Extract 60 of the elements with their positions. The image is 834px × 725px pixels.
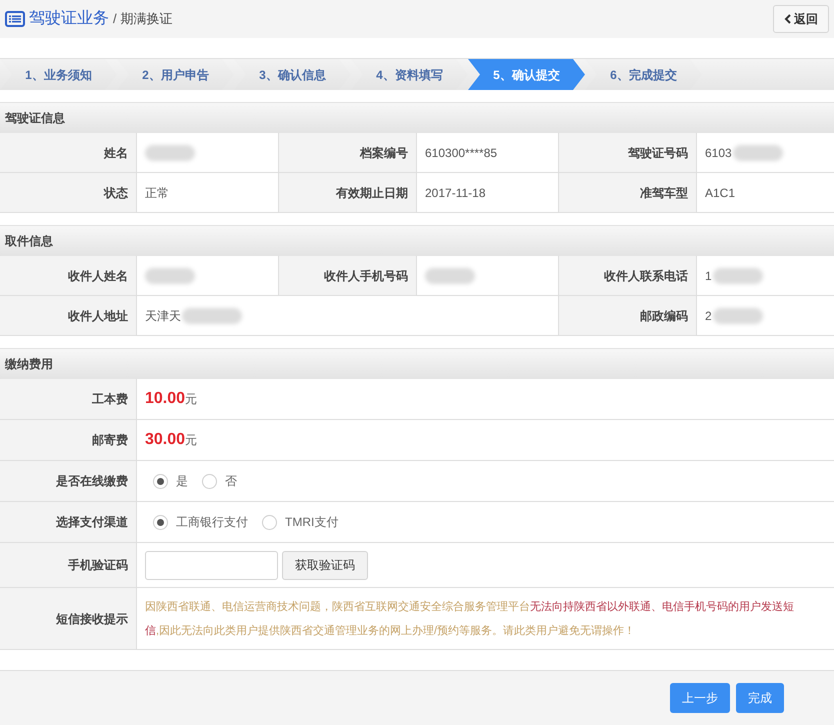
page-subtitle: 期满换证 xyxy=(120,10,173,28)
notice-text: 信 xyxy=(145,624,156,636)
section-header: 缴纳费用 xyxy=(0,349,834,379)
fee-amount: 10.00元 xyxy=(145,389,198,409)
redaction-mark xyxy=(145,144,195,160)
field-label: 准驾车型 xyxy=(558,173,696,212)
field-value: 610300****85 xyxy=(425,144,498,162)
field-label: 收件人姓名 xyxy=(0,256,136,295)
field-label: 有效期止日期 xyxy=(278,173,416,212)
radio-label: 否 xyxy=(225,473,237,490)
get-code-button[interactable]: 获取验证码 xyxy=(282,550,368,580)
section-header: 取件信息 xyxy=(0,226,834,256)
radio-label: 工商银行支付 xyxy=(176,514,248,531)
footer-button[interactable]: 完成 xyxy=(736,683,784,713)
notice-text: ,因此无法向此类用户提供陕西省交通管理业务的网上办理/预约等服务。请此类用户避免无谓操作！ xyxy=(156,624,636,636)
field-label: 邮政编码 xyxy=(558,296,696,335)
section-header: 驾驶证信息 xyxy=(0,103,834,133)
back-button[interactable]: 返回 xyxy=(773,5,829,33)
field-label: 姓名 xyxy=(0,133,136,172)
fee-amount: 30.00元 xyxy=(145,430,198,450)
redaction-mark xyxy=(732,144,783,160)
field-value: 6103 xyxy=(705,144,732,162)
field-value: 天津天 xyxy=(145,308,181,324)
redaction-mark xyxy=(712,268,763,284)
notice-text: 因陕西省联通、电信运营商技术问题，陕西省互联网交通安全综合服务管理平台 xyxy=(145,600,530,612)
field-value: 2 xyxy=(705,308,712,324)
field-label: 档案编号 xyxy=(278,133,416,172)
field-value: 1 xyxy=(705,268,712,284)
list-icon xyxy=(5,11,25,27)
redaction-mark xyxy=(145,268,195,284)
field-value: 正常 xyxy=(145,184,169,202)
redaction-mark xyxy=(712,308,763,324)
step-tab[interactable]: 5、确认提交 xyxy=(468,59,585,90)
field-label: 工本费 xyxy=(0,379,136,419)
chevron-left-icon xyxy=(784,14,791,24)
field-value: 2017-11-18 xyxy=(425,184,486,202)
field-label: 收件人地址 xyxy=(0,296,136,335)
redaction-mark xyxy=(425,268,475,284)
field-value: A1C1 xyxy=(705,184,736,202)
radio-button[interactable] xyxy=(202,474,217,488)
breadcrumb-separator: / xyxy=(113,10,117,28)
verification-code-field[interactable] xyxy=(145,550,278,580)
page-title: 驾驶证业务 xyxy=(29,8,109,29)
field-label: 状态 xyxy=(0,173,136,212)
field-label: 驾驶证号码 xyxy=(558,133,696,172)
footer-button[interactable]: 上一步 xyxy=(670,683,730,713)
field-label: 短信接收提示 xyxy=(0,588,136,649)
radio-button[interactable] xyxy=(153,514,168,530)
notice-text: 无法向持陕西省以外联通、电信手机号码的用户发送短 xyxy=(530,600,794,612)
field-label: 收件人手机号码 xyxy=(278,256,416,295)
redaction-mark xyxy=(182,308,242,324)
field-label: 手机验证码 xyxy=(0,543,136,587)
radio-label: TMRI支付 xyxy=(285,514,338,531)
radio-button[interactable] xyxy=(262,514,277,530)
field-label: 邮寄费 xyxy=(0,420,136,460)
field-label: 选择支付渠道 xyxy=(0,502,136,542)
field-label: 是否在线缴费 xyxy=(0,461,136,501)
field-label: 收件人联系电话 xyxy=(558,256,696,295)
radio-button[interactable] xyxy=(153,474,168,488)
radio-label: 是 xyxy=(176,473,188,490)
